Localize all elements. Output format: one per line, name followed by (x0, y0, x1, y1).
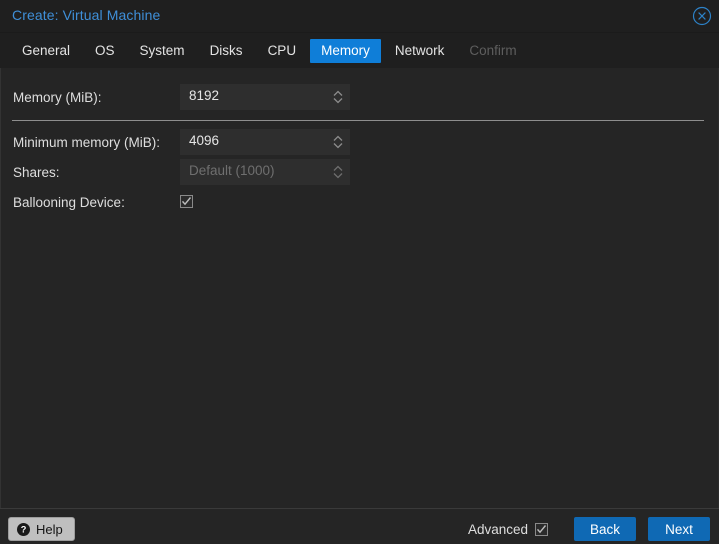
tab-os[interactable]: OS (84, 39, 126, 63)
tab-network[interactable]: Network (384, 39, 456, 63)
memory-input[interactable]: 8192 (180, 84, 350, 110)
create-vm-dialog: Create: Virtual Machine General OS Syste… (0, 0, 719, 544)
tab-cpu[interactable]: CPU (257, 39, 308, 63)
dialog-footer: ? Help Advanced Back Next (0, 508, 719, 544)
ballooning-checkbox[interactable] (180, 195, 193, 209)
minimum-memory-control: 4096 (180, 129, 350, 155)
ballooning-label: Ballooning Device: (13, 194, 125, 210)
tab-memory[interactable]: Memory (310, 38, 381, 63)
svg-text:?: ? (21, 524, 27, 534)
minimum-memory-label: Minimum memory (MiB): (13, 134, 160, 150)
ballooning-field-row: Ballooning Device: (1, 189, 718, 215)
dialog-titlebar: Create: Virtual Machine (0, 0, 719, 33)
memory-field-row: Memory (MiB): 8192 (1, 84, 718, 110)
minimum-memory-field-row: Minimum memory (MiB): 4096 (1, 129, 718, 155)
tab-disks[interactable]: Disks (199, 39, 254, 63)
memory-control: 8192 (180, 84, 350, 110)
footer-actions: Advanced Back Next (468, 517, 710, 541)
question-mark-circle-icon: ? (17, 522, 30, 536)
minimum-memory-stepper-arrows[interactable] (332, 133, 344, 151)
minimum-memory-input-value: 4096 (189, 133, 220, 148)
ballooning-control (180, 193, 193, 211)
help-button[interactable]: ? Help (8, 517, 75, 541)
shares-stepper-arrows[interactable] (332, 163, 344, 181)
close-icon[interactable] (692, 6, 712, 26)
memory-stepper-arrows[interactable] (332, 88, 344, 106)
tab-system[interactable]: System (129, 39, 196, 63)
wizard-tabbar: General OS System Disks CPU Memory Netwo… (0, 33, 719, 68)
shares-input-value: Default (1000) (189, 163, 275, 178)
shares-label: Shares: (13, 164, 60, 180)
minimum-memory-input[interactable]: 4096 (180, 129, 350, 155)
tab-confirm: Confirm (469, 42, 517, 58)
section-separator (12, 120, 704, 121)
advanced-checkbox[interactable] (535, 522, 548, 536)
memory-tab-panel: Memory (MiB): 8192 Minimum memory (MiB): (0, 68, 719, 508)
shares-field-row: Shares: Default (1000) (1, 159, 718, 185)
help-button-label: Help (36, 521, 63, 537)
dialog-title: Create: Virtual Machine (12, 7, 161, 23)
tab-general[interactable]: General (11, 39, 81, 63)
shares-control: Default (1000) (180, 159, 350, 185)
next-button[interactable]: Next (648, 517, 710, 541)
back-button[interactable]: Back (574, 517, 636, 541)
memory-input-value: 8192 (189, 88, 220, 103)
memory-label: Memory (MiB): (13, 89, 102, 105)
shares-input[interactable]: Default (1000) (180, 159, 350, 185)
advanced-label: Advanced (467, 521, 528, 537)
